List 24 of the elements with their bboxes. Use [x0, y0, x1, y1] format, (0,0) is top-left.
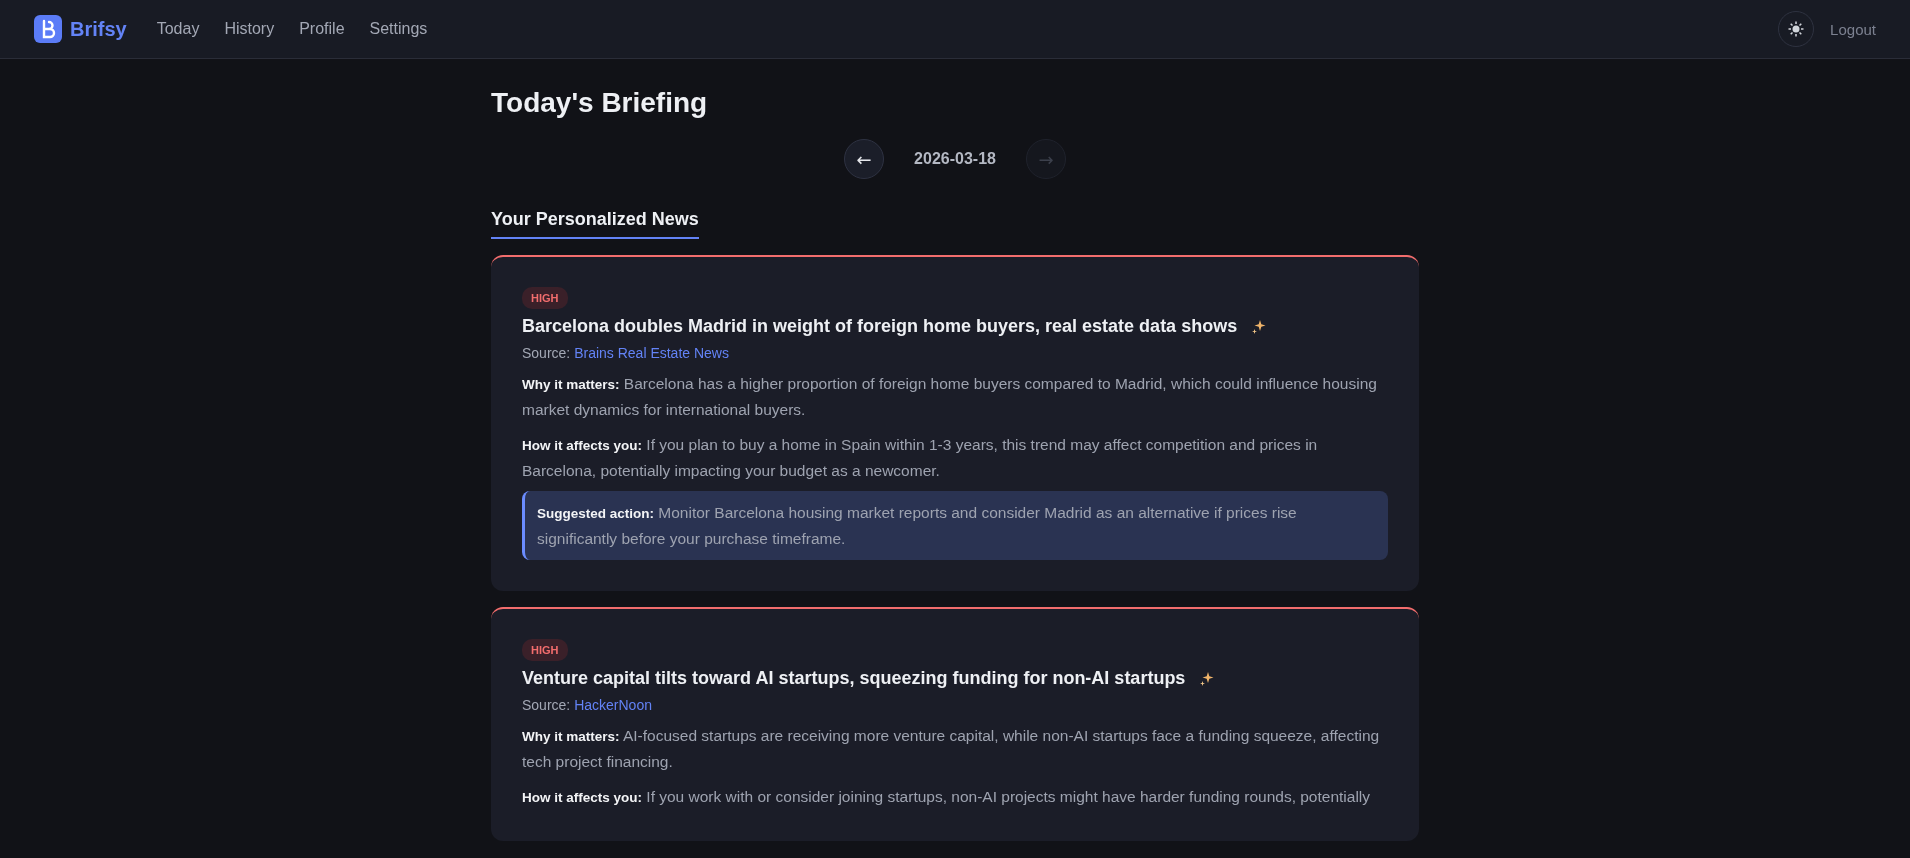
source-line: Source: HackerNoon: [522, 697, 653, 713]
nav-link[interactable]: Today: [156, 20, 200, 38]
source-line: Source: Brains Real Estate News: [522, 345, 730, 361]
news-title: Barcelona doubles Madrid in weight of foreign home buyers, real estate data shows: [522, 316, 1238, 337]
sun-icon: [1788, 21, 1805, 37]
page-title: Today's Briefing: [491, 87, 709, 119]
news-title: Venture capital tilts toward AI startups, squeezing funding for non-AI startups: [522, 668, 1186, 689]
priority-badge: HIGH: [522, 287, 568, 309]
brand-name: Brifsy: [70, 17, 127, 41]
priority-badge: HIGH: [522, 639, 568, 661]
nav-link[interactable]: Settings: [369, 20, 428, 38]
source-link[interactable]: HackerNoon: [574, 697, 652, 713]
date-label: 2026-03-18: [914, 150, 996, 168]
how-it-affects-text: How it affects you: If you plan to buy a home in Spain within 1-3 years, this trend may affect competition and prices in Barcelona, potentially impacting your budget as a newcomer.: [522, 435, 1319, 481]
why-it-matters-text: Why it matters: AI-focused startups are receiving more venture capital, while non-AI startups face a funding squeeze, affecting tech project financing.: [522, 726, 1381, 772]
nav-link[interactable]: Profile: [299, 20, 345, 38]
logo-icon: [34, 15, 62, 43]
source-link[interactable]: Brains Real Estate News: [574, 345, 729, 361]
how-it-affects-text: How it affects you: If you work with or consider joining startups, non-AI projects might have harder funding rounds, potentially: [522, 787, 1372, 807]
logout-button[interactable]: Logout: [1830, 20, 1876, 38]
previous-day-button[interactable]: ←: [844, 139, 885, 179]
why-it-matters-text: Why it matters: Barcelona has a higher proportion of foreign home buyers compared to Madrid, which could influence housing market dynamics for international buyers.: [522, 374, 1378, 420]
nav-link[interactable]: History: [224, 20, 275, 38]
suggested-action-text: Suggested action: Monitor Barcelona housing market reports and consider Madrid as an alternative if prices rise significantly before your purchase timeframe.: [537, 503, 1298, 549]
